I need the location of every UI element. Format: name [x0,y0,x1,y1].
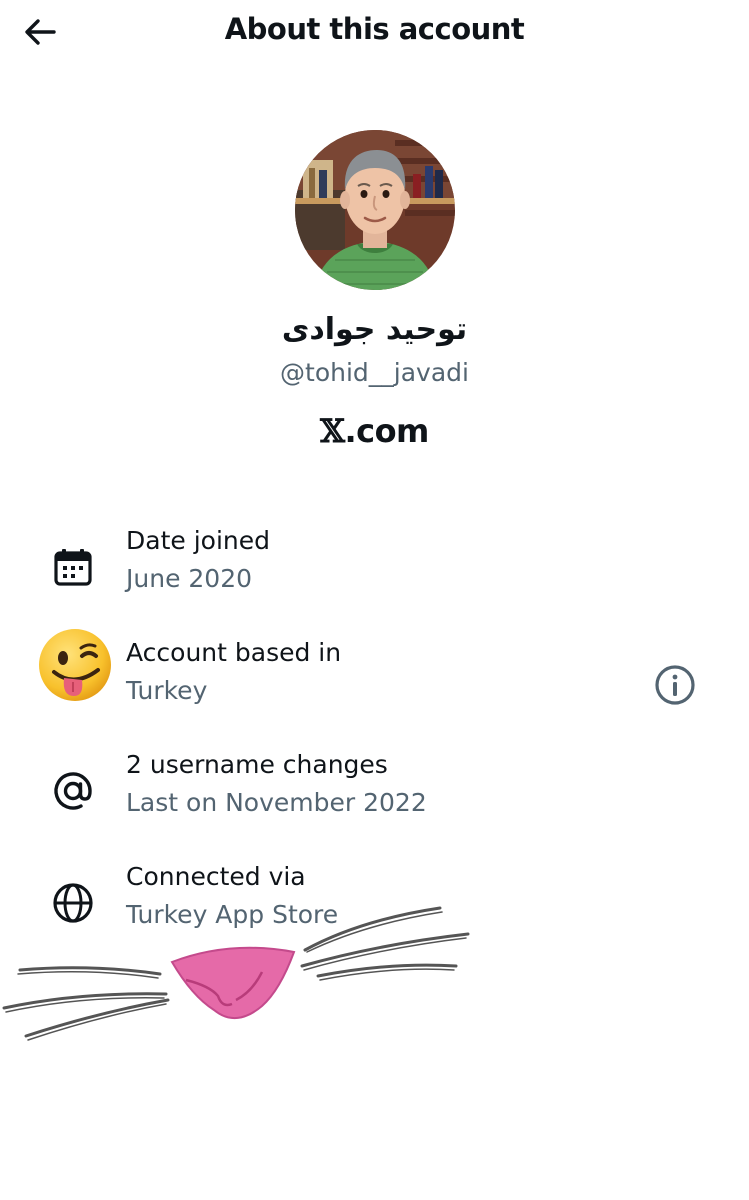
x-logo-icon: 𝕏 [320,412,345,450]
info-button[interactable] [652,662,698,708]
detail-row-username-changes: 2 username changes Last on November 2022 [0,750,749,830]
info-icon [655,665,695,705]
detail-value: Turkey [126,676,208,705]
avatar[interactable] [295,130,455,290]
platform-domain: .com [344,412,429,450]
at-sign-icon [48,766,98,816]
detail-row-account-based-in: Account based in Turkey [0,629,749,718]
detail-value: June 2020 [126,564,253,593]
page-title: About this account [224,12,525,46]
detail-title: Connected via [126,862,306,891]
top-bar: About this account [0,0,749,64]
calendar-icon [48,542,98,592]
cat-nose-whiskers-doodle [2,906,470,1041]
detail-title: 2 username changes [126,750,388,779]
username-handle: @tohid__javadi [280,358,469,387]
detail-title: Date joined [126,526,270,555]
detail-title: Account based in [126,638,342,667]
avatar-image [295,130,455,290]
platform-label: 𝕏.com [0,412,749,450]
detail-row-date-joined: Date joined June 2020 [0,526,749,606]
detail-value: Last on November 2022 [126,788,427,817]
winking-tongue-emoji-icon [36,626,114,704]
display-name: توحید جوادی [281,312,468,347]
about-account-screen: About this account توحید جوادی @tohid__j… [0,0,749,1200]
